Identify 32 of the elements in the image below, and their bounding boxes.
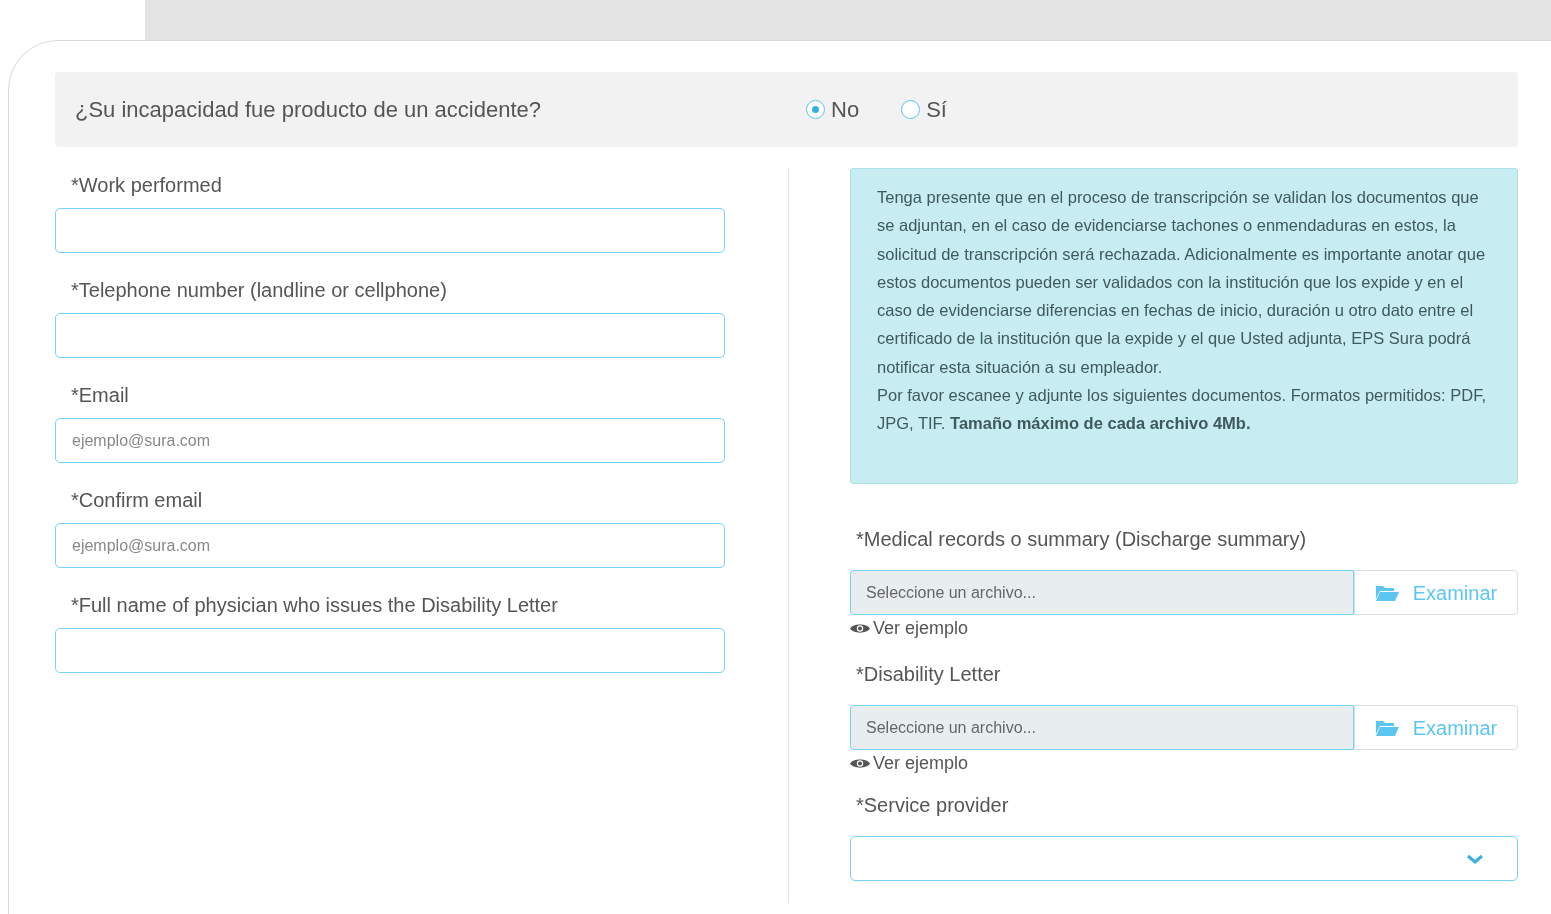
radio-option[interactable]: No [806,93,860,126]
radio-button[interactable] [806,100,825,119]
radio-label: Sí [926,96,947,124]
notice-text: Tenga presente que en el proceso de transcripción se validan los documentos que se adjuntan, en el caso de evidenciarse tachones o enmendaduras en estos, la solicitud de transcripción será rechazada. Adicionalmente es importante anotar que estos documentos pueden ser validados con la institución que los expide y en el caso de evidenciarse diferencias en fechas de inicio, duración u otro dato entre el certificado de la institución que la expide y el que Usted adjunta, EPS Sura podrá notificar esta situación a su empleador. [877,187,1487,378]
folder-icon [1374,583,1399,602]
radio-button[interactable] [901,100,921,119]
field-label: *Telephone number (landline or cellphone) [71,279,447,301]
example-link[interactable]: Ver ejemplo [850,615,969,641]
field-label: *Email [71,384,129,406]
notice-text: Por favor escanee y adjunte los siguientes documentos. Formatos permitidos: PDF, JPG, TIF. Tamaño máximo de cada archivo 4Mb. [877,385,1487,435]
field-label: *Work performed [71,174,222,196]
file-input-field[interactable]: Seleccione un archivo... [850,705,1354,750]
field-label: *Disability Letter [856,662,1001,687]
input-field[interactable]: ejemplo@sura.com [55,418,725,463]
field-label: *Confirm email [71,489,203,511]
field-label: *Service provider [856,793,1009,818]
example-link[interactable]: Ver ejemplo [850,750,969,776]
folder-icon [1374,718,1399,737]
question-text: ¿Su incapacidad fue producto de un accidente? [75,96,542,124]
input-field[interactable]: ejemplo@sura.com [55,523,725,568]
select-field[interactable] [850,836,1518,881]
eye-icon [850,756,870,770]
input-field[interactable] [55,313,725,358]
input-field[interactable] [55,628,725,673]
input-field[interactable] [55,208,725,253]
eye-icon [850,621,870,635]
radio-option[interactable]: Sí [901,93,947,126]
field-label: *Medical records o summary (Discharge summary) [856,527,1307,552]
chevron-down-icon [1466,853,1484,864]
file-input-field[interactable]: Seleccione un archivo... [850,570,1354,615]
field-label: *Full name of physician who issues the Disability Letter [71,594,558,616]
radio-label: No [831,96,860,124]
